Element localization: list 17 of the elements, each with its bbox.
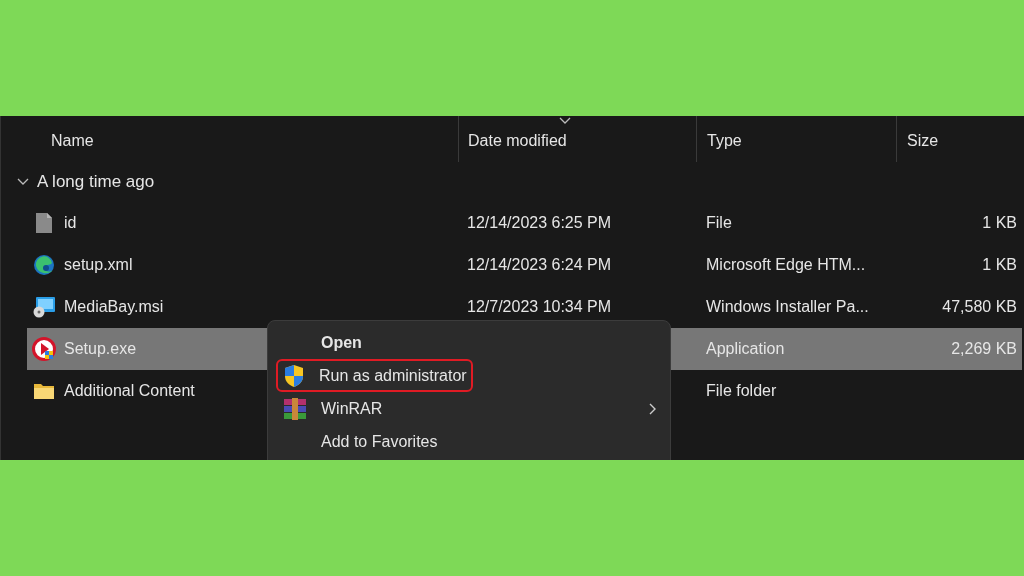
file-name: setup.xml <box>64 255 133 275</box>
date-text: 12/14/2023 6:24 PM <box>467 256 612 273</box>
file-name: MediaBay.msi <box>64 297 164 317</box>
size-text: 1 KB <box>982 213 1017 233</box>
date-text: 12/7/2023 10:34 PM <box>467 298 612 315</box>
date-text: 12/14/2023 6:25 PM <box>467 214 612 231</box>
type-text: File folder <box>706 382 777 399</box>
type-text: Application <box>706 340 785 357</box>
type-text: File <box>706 214 732 231</box>
file-name: id <box>64 213 77 233</box>
type-text: Windows Installer Pa... <box>706 298 869 315</box>
type-text: Microsoft Edge HTM... <box>706 256 866 273</box>
file-name: Setup.exe <box>64 339 137 359</box>
size-text: 47,580 KB <box>942 297 1017 317</box>
size-text: 2,269 KB <box>951 339 1017 359</box>
file-name: Additional Content <box>64 381 195 401</box>
size-text: 1 KB <box>982 255 1017 275</box>
